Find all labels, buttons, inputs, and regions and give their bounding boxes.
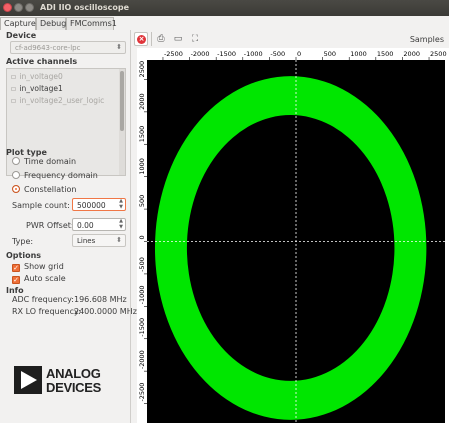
zoom-fit-icon[interactable]: ▭ [171,32,185,46]
fullscreen-icon[interactable]: ⛶ [188,32,202,46]
checkbox-icon[interactable]: ▫ [11,84,17,93]
radio-icon [12,171,20,179]
toolbar-separator [151,32,152,46]
y-tick-label: 1000 [138,158,146,175]
constellation-plot[interactable]: -2500 -2000 -1500 -1000 -500 0 500 1000 1500 2000… [137,48,449,423]
channel-item[interactable]: ▫ in_voltage0 [11,72,63,81]
check-icon: ✓ [12,264,20,272]
x-tick-label: -2500 [164,50,183,58]
tab-capture[interactable]: Capture [0,17,36,30]
y-tick-label: 500 [138,195,146,207]
pwr-offset-input[interactable]: 0.00 ▲ ▼ [72,218,126,231]
settings-panel: Device cf-ad9643-core-lpc ⬍ Active chann… [0,30,137,423]
device-select[interactable]: cf-ad9643-core-lpc ⬍ [10,41,126,54]
x-tick-label: 2000 [403,50,420,58]
y-tick-label: -500 [138,257,146,272]
y-tick-label: 2500 [138,61,146,78]
logo-text-line1: ANALOG [46,366,101,381]
spin-arrows-icon[interactable]: ▲ ▼ [119,218,123,230]
stop-icon: × [137,35,146,44]
checkbox-icon[interactable]: ▫ [11,72,17,81]
stop-button[interactable]: × [134,32,148,46]
chevron-updown-icon: ⬍ [116,236,122,244]
y-tick-label: -1500 [138,318,146,337]
sample-count-label: Sample count: [12,201,70,210]
channel-item[interactable]: ▫ in_voltage2_user_logic [11,96,104,105]
show-grid-checkbox[interactable]: ✓ Show grid [12,262,64,272]
device-select-value: cf-ad9643-core-lpc [15,44,81,52]
chevron-updown-icon: ⬍ [116,43,122,51]
plot-type-section-title: Plot type [6,148,47,157]
type-select[interactable]: Lines ⬍ [72,234,126,247]
type-label: Type: [12,237,34,246]
x-tick-label: 0 [297,50,301,58]
device-section-title: Device [6,31,37,40]
adc-frequency-label: ADC frequency: [12,295,74,304]
channels-section-title: Active channels [6,57,78,66]
y-tick-label: -2500 [138,383,146,402]
y-tick-label: -2000 [138,350,146,369]
radio-time-domain[interactable]: Time domain [12,157,76,166]
pwr-offset-label: PWR Offset: [26,221,74,230]
x-tick-label: 1500 [377,50,394,58]
x-tick-label: -2000 [191,50,210,58]
channel-item[interactable]: ▫ in_voltage1 [11,84,63,93]
x-tick-label: 500 [324,50,336,58]
plot-canvas[interactable]: -2500 -2000 -1500 -1000 -500 0 500 1000 1500 2000… [137,48,449,423]
save-icon[interactable]: ⎙ [154,32,168,46]
channel-list-scrollbar[interactable] [119,69,125,175]
radio-icon [12,157,20,165]
auto-scale-checkbox[interactable]: ✓ Auto scale [12,274,66,284]
y-tick-label: 0 [138,235,146,239]
sample-count-input[interactable]: 500000 ▲ ▼ [72,198,126,211]
x-tick-label: 1000 [350,50,367,58]
options-section-title: Options [6,251,42,260]
x-tick-label: -1500 [217,50,236,58]
tab-fmcomms1[interactable]: FMComms1 [66,17,117,30]
plot-toolbar: × ⎙ ▭ ⛶ Samples [131,30,449,48]
adc-frequency-value: 196.608 MHz [74,295,127,304]
rx-lo-frequency-label: RX LO frequency: [12,307,81,316]
x-tick-label: 2500 [430,50,447,58]
window-minimize-button[interactable] [14,3,23,12]
spin-arrows-icon[interactable]: ▲ ▼ [119,198,123,210]
radio-icon [12,185,20,193]
radio-constellation[interactable]: Constellation [12,185,76,194]
pane-divider[interactable] [130,30,131,423]
info-section-title: Info [6,286,24,295]
analog-devices-mark-icon [14,366,42,394]
x-tick-label: -1000 [244,50,263,58]
y-tick-label: 2000 [138,93,146,110]
rx-lo-frequency-value: 2400.0000 MHz [74,307,137,316]
samples-label: Samples [409,35,444,44]
window-title: ADI IIO oscilloscope [40,3,130,12]
analog-devices-logo: ANALOG DEVICES [14,366,124,396]
window-maximize-button[interactable] [25,3,34,12]
title-bar: ADI IIO oscilloscope [0,0,449,16]
logo-text-line2: DEVICES [46,380,101,395]
tab-bar: Capture Debug FMComms1 [0,16,449,30]
check-icon: ✓ [12,276,20,284]
x-tick-label: -500 [270,50,285,58]
window-close-button[interactable] [3,3,12,12]
radio-frequency-domain[interactable]: Frequency domain [12,171,98,180]
y-tick-label: -1000 [138,285,146,304]
tab-debug[interactable]: Debug [36,17,66,30]
checkbox-icon[interactable]: ▫ [11,96,17,105]
y-tick-label: 1500 [138,126,146,143]
